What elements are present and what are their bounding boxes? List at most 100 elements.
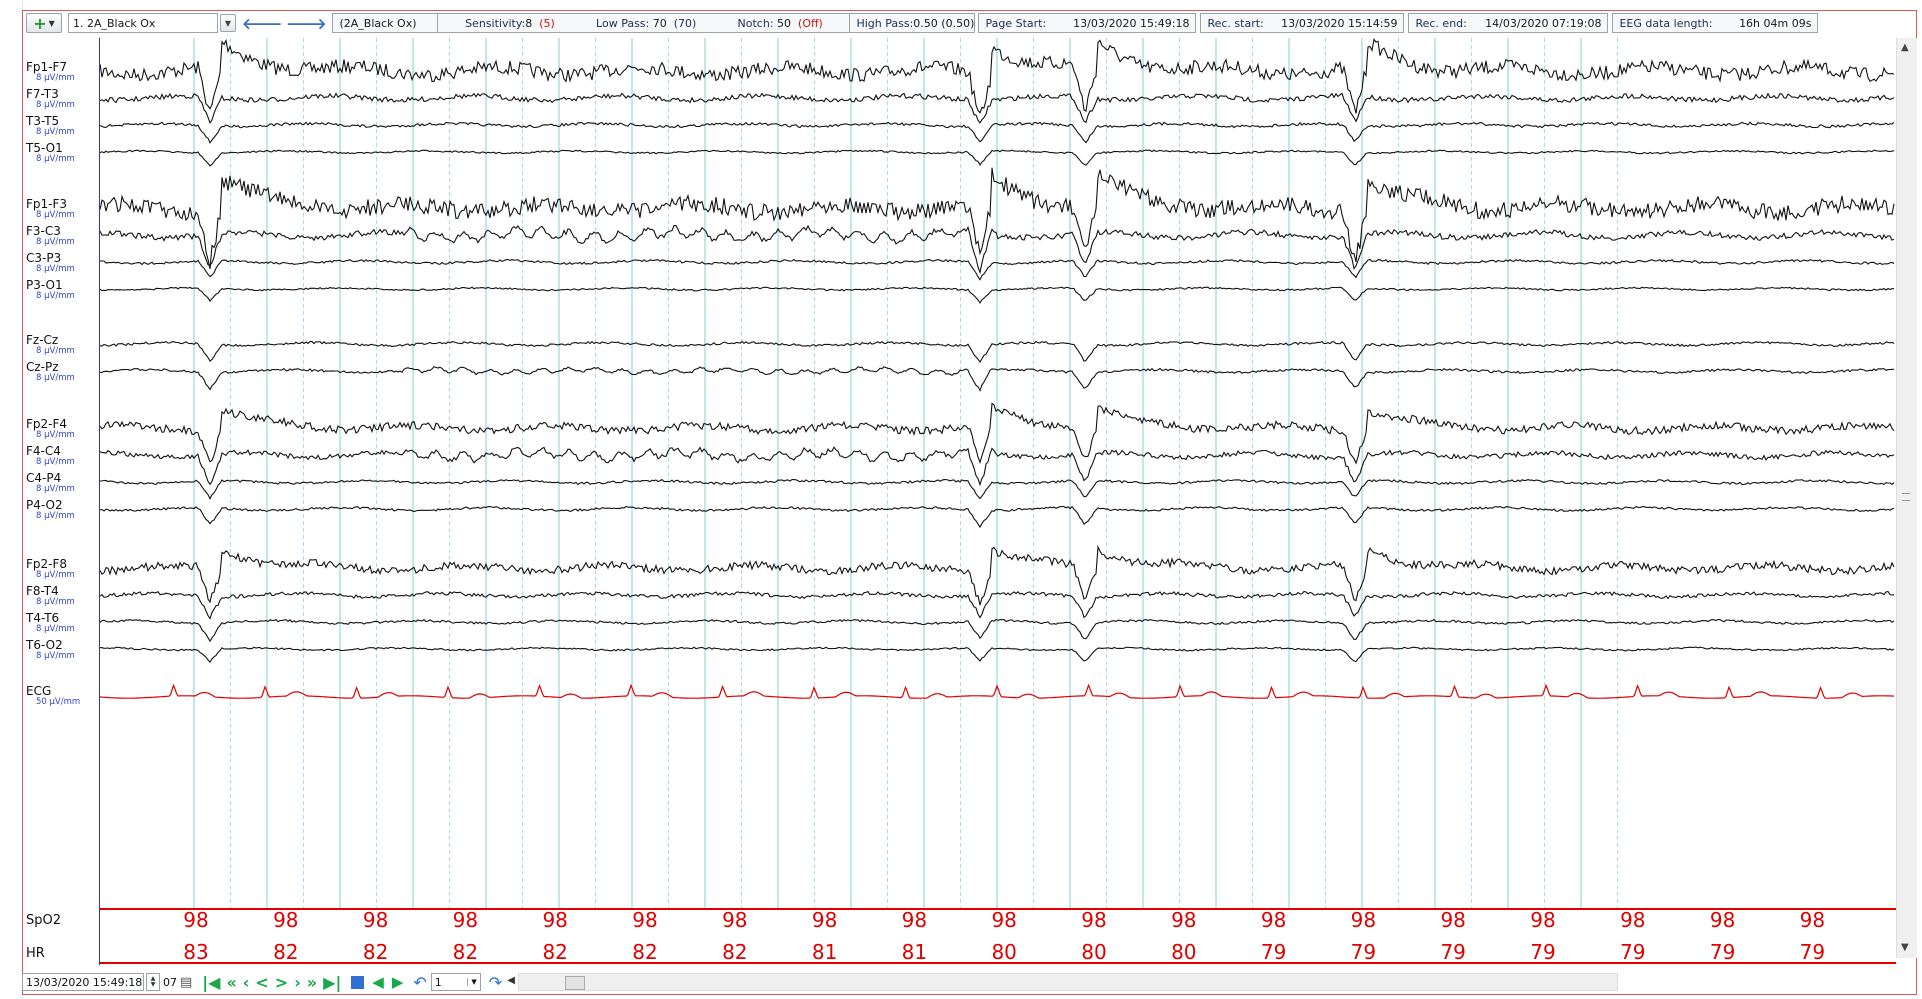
notch-group: Notch: 50 (Off) [738, 17, 823, 30]
fast-back-icon[interactable]: « [226, 973, 236, 992]
spo2-value: 98 [722, 908, 748, 932]
speed-select[interactable]: 1 ▼ [430, 973, 481, 991]
forward-arrow-icon[interactable]: 🡒 [286, 14, 326, 33]
scroll-left-icon[interactable]: ◀ [507, 975, 515, 986]
chevron-down-icon: ▼ [224, 18, 232, 28]
channel-label-fp2-f8[interactable]: Fp2-F8 8 µV/mm [26, 558, 75, 580]
hr-label: HR [26, 946, 45, 961]
undo-icon[interactable]: ↶ [413, 973, 426, 992]
channel-unit: 8 µV/mm [36, 511, 75, 521]
hr-value: 80 [991, 940, 1017, 964]
filter-settings-field[interactable]: Sensitivity:8 (5) Low Pass: 70 (70) Notc… [438, 13, 851, 33]
scroll-down-icon[interactable]: ▼ [1901, 942, 1909, 953]
spo2-value: 98 [991, 908, 1017, 932]
scroll-grip-icon[interactable] [1902, 493, 1910, 501]
channel-label-fz-cz[interactable]: Fz-Cz 8 µV/mm [26, 334, 75, 356]
hr-value: 82 [273, 940, 299, 964]
eeg-traces[interactable] [100, 38, 1895, 908]
channel-label-fp2-f4[interactable]: Fp2-F4 8 µV/mm [26, 418, 75, 440]
channel-label-t5-o1[interactable]: T5-O1 8 µV/mm [26, 142, 75, 164]
back-icon[interactable]: ‹ [243, 973, 250, 992]
channel-name: Fp1-F7 [26, 60, 68, 74]
channel-label-p4-o2[interactable]: P4-O2 8 µV/mm [26, 499, 75, 521]
datetime-spinner[interactable]: ▲ ▼ [146, 973, 160, 991]
hr-value: 82 [722, 940, 748, 964]
lowpass-label: Low Pass: [596, 16, 650, 30]
rec-start-field: Rec. start: 13/03/2020 15:14:59 [1200, 13, 1405, 33]
document-icon[interactable]: ▤ [180, 975, 192, 990]
channel-label-fp1-f3[interactable]: Fp1-F3 8 µV/mm [26, 198, 75, 220]
stop-icon[interactable] [351, 975, 365, 989]
page-number: 07 [163, 975, 177, 989]
channel-unit: 8 µV/mm [36, 373, 75, 383]
play-back-icon[interactable]: ◀ [372, 973, 384, 991]
channel-name: C3-P3 [26, 251, 62, 265]
rec-end-field: Rec. end: 14/03/2020 07:19:08 [1408, 13, 1609, 33]
scroll-thumb[interactable] [565, 976, 586, 990]
patient-dropdown-button[interactable]: ▼ [220, 14, 236, 32]
channel-label-c3-p3[interactable]: C3-P3 8 µV/mm [26, 252, 75, 274]
patient-select[interactable]: 1. 2A_Black Ox [68, 13, 218, 33]
channel-label-f4-c4[interactable]: F4-C4 8 µV/mm [26, 445, 75, 467]
channel-label-t4-t6[interactable]: T4-T6 8 µV/mm [26, 612, 75, 634]
fast-forward-icon[interactable]: » [307, 973, 317, 992]
hr-value: 79 [1799, 940, 1826, 964]
spo2-value: 98 [901, 908, 928, 932]
sensitivity-label: Sensitivity: [465, 16, 526, 30]
channel-label-t6-o2[interactable]: T6-O2 8 µV/mm [26, 639, 75, 661]
channel-label-f3-c3[interactable]: F3-C3 8 µV/mm [26, 225, 75, 247]
channel-name: F3-C3 [26, 224, 61, 238]
page-datetime-input[interactable]: 13/03/2020 15:49:18 [22, 973, 144, 991]
step-forward-icon[interactable]: > [275, 973, 288, 992]
vertical-scrollbar[interactable]: ▲ ▼ [1896, 38, 1917, 958]
highpass-label: High Pass: [856, 16, 914, 30]
eeg-length-label: EEG data length: [1619, 16, 1713, 30]
step-back-icon[interactable]: < [255, 973, 268, 992]
add-button[interactable]: + ▼ [26, 13, 62, 33]
channel-label-cz-pz[interactable]: Cz-Pz 8 µV/mm [26, 361, 75, 383]
channel-name: P4-O2 [26, 498, 63, 512]
channel-name: ECG [26, 684, 52, 698]
channel-unit: 8 µV/mm [36, 430, 75, 440]
channel-label-c4-p4[interactable]: C4-P4 8 µV/mm [26, 472, 75, 494]
page-datetime-value: 13/03/2020 15:49:18 [26, 975, 143, 989]
highpass-field[interactable]: High Pass: 0.50 (0.50) [850, 13, 976, 33]
channel-unit: 8 µV/mm [36, 597, 75, 607]
spin-down-icon[interactable]: ▼ [151, 982, 156, 988]
channel-unit: 8 µV/mm [36, 264, 75, 274]
channel-label-fp1-f7[interactable]: Fp1-F7 8 µV/mm [26, 61, 75, 83]
channel-label-p3-o1[interactable]: P3-O1 8 µV/mm [26, 279, 75, 301]
montage-field[interactable]: (2A_Black Ox) [332, 13, 439, 33]
first-page-icon[interactable]: |◀ [202, 973, 220, 992]
hr-value: 80 [1171, 940, 1197, 964]
hr-value: 79 [1440, 940, 1466, 964]
channel-label-t3-t5[interactable]: T3-T5 8 µV/mm [26, 115, 75, 137]
channel-name: Fp2-F4 [26, 417, 68, 431]
spo2-value: 98 [1081, 908, 1107, 932]
channel-unit: 50 µV/mm [36, 697, 81, 707]
bottom-navigation-bar: 13/03/2020 15:49:18 ▲ ▼ 07 ▤ |◀ « ‹ < > ›… [22, 970, 1896, 994]
hr-value: 83 [183, 940, 209, 964]
forward-icon[interactable]: › [294, 973, 301, 992]
channel-label-f7-t3[interactable]: F7-T3 8 µV/mm [26, 88, 75, 110]
notch-value: 50 [777, 16, 792, 30]
spo2-value: 98 [362, 908, 389, 932]
channel-label-f8-t4[interactable]: F8-T4 8 µV/mm [26, 585, 75, 607]
channel-label-ecg[interactable]: ECG 50 µV/mm [26, 685, 80, 707]
play-icon[interactable]: ▶ [392, 973, 404, 991]
hr-value: 81 [811, 940, 838, 964]
rec-end-value: 14/03/2020 07:19:08 [1485, 16, 1602, 30]
redo-icon[interactable]: ↷ [489, 973, 502, 992]
channel-unit: 8 µV/mm [36, 651, 75, 661]
page-start-value: 13/03/2020 15:49:18 [1073, 16, 1190, 30]
channel-unit: 8 µV/mm [36, 237, 75, 247]
speed-value: 1 [434, 975, 442, 989]
back-arrow-icon[interactable]: 🡐 [242, 14, 282, 33]
top-toolbar: + ▼ 1. 2A_Black Ox ▼ 🡐 🡒 (2A_Black Ox) Se… [22, 10, 1917, 36]
scroll-up-icon[interactable]: ▲ [1901, 42, 1909, 53]
left-margin [0, 0, 23, 999]
spo2-value: 98 [811, 908, 838, 932]
last-page-icon[interactable]: ▶| [323, 973, 341, 992]
horizontal-scrollbar[interactable]: ◀ [507, 973, 1619, 991]
hr-bottom-line [100, 962, 1896, 964]
